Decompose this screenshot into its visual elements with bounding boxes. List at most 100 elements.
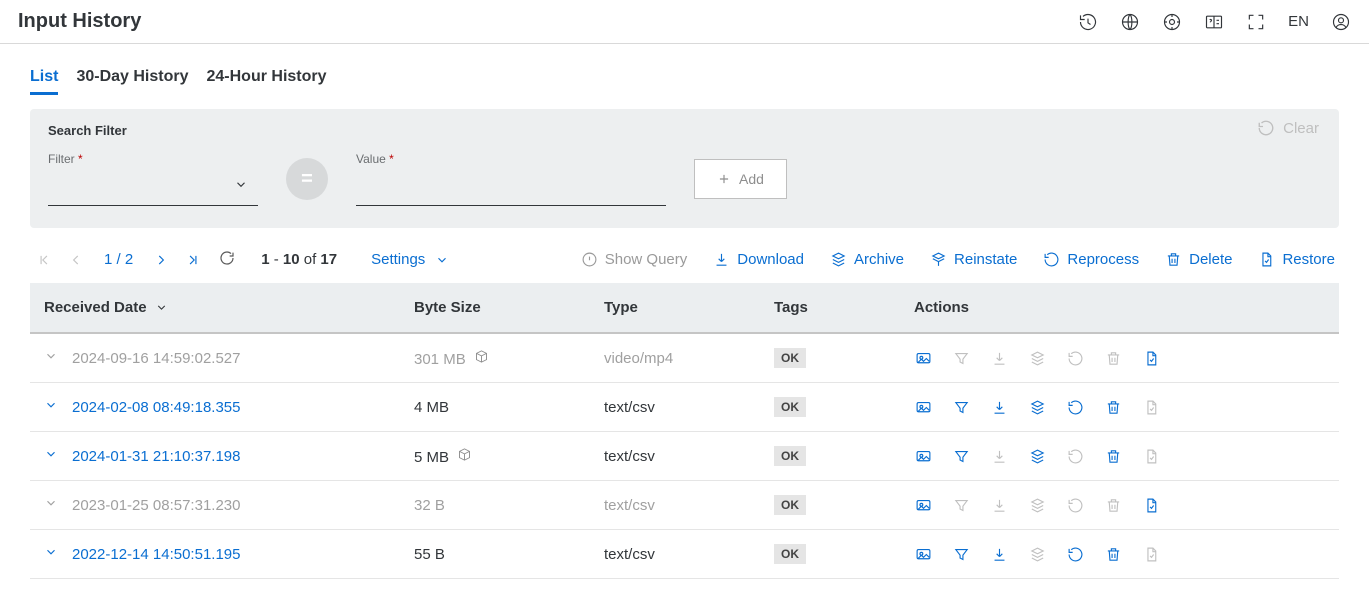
row-view-icon[interactable] [914,398,932,416]
input-history-table: Received Date Byte Size Type Tags Action… [30,283,1339,579]
table-row: 2024-01-31 21:10:37.1985 MBtext/csvOK [30,432,1339,481]
add-label: Add [739,171,764,187]
settings-button[interactable]: Settings [371,251,449,268]
received-date-link[interactable]: 2024-09-16 14:59:02.527 [72,350,240,367]
col-received-date[interactable]: Received Date [30,283,400,333]
row-delete-icon[interactable] [1104,447,1122,465]
value-input[interactable] [356,166,666,206]
archive-button[interactable]: Archive [830,251,904,268]
row-download-icon[interactable] [990,545,1008,563]
row-filter-icon[interactable] [952,545,970,563]
operator-button[interactable]: = [286,158,328,200]
package-icon [457,449,472,466]
type-cell: text/csv [590,432,760,481]
support-icon[interactable] [1162,12,1182,32]
expand-row-icon[interactable] [44,545,58,563]
clear-label: Clear [1283,120,1319,137]
history-icon[interactable] [1078,12,1098,32]
col-type[interactable]: Type [590,283,760,333]
row-restore-icon [1142,545,1160,563]
col-tags[interactable]: Tags [760,283,900,333]
row-restore-icon [1142,447,1160,465]
expand-row-icon[interactable] [44,447,58,465]
page-indicator: 1 / 2 [104,251,133,268]
byte-size-cell: 55 B [400,530,590,579]
table-row: 2024-09-16 14:59:02.527301 MBvideo/mp4OK [30,333,1339,383]
byte-size-cell: 32 B [400,481,590,530]
expand-row-icon[interactable] [44,496,58,514]
table-row: 2022-12-14 14:50:51.19555 Btext/csvOK [30,530,1339,579]
row-download-icon [990,496,1008,514]
filter-select[interactable] [48,166,258,206]
row-download-icon[interactable] [990,398,1008,416]
tab-list[interactable]: List [30,62,58,95]
row-archive-icon [1028,349,1046,367]
restore-button[interactable]: Restore [1258,251,1335,268]
pager-prev [66,253,86,267]
status-badge: OK [774,495,806,515]
reinstate-button[interactable]: Reinstate [930,251,1017,268]
received-date-link[interactable]: 2023-01-25 08:57:31.230 [72,497,240,514]
row-delete-icon[interactable] [1104,545,1122,563]
pager-next[interactable] [151,253,171,267]
row-reprocess-icon [1066,447,1084,465]
table-header-row: Received Date Byte Size Type Tags Action… [30,283,1339,333]
user-icon[interactable] [1331,12,1351,32]
download-button[interactable]: Download [713,251,804,268]
row-view-icon[interactable] [914,545,932,563]
tab-24hour[interactable]: 24-Hour History [207,62,327,95]
reprocess-button[interactable]: Reprocess [1043,251,1139,268]
filter-label: Filter [48,152,75,166]
row-view-icon[interactable] [914,447,932,465]
delete-button[interactable]: Delete [1165,251,1232,268]
tab-30day[interactable]: 30-Day History [76,62,188,95]
fullscreen-icon[interactable] [1246,12,1266,32]
row-filter-icon [952,349,970,367]
row-filter-icon[interactable] [952,447,970,465]
clear-filter-button[interactable]: Clear [1257,119,1319,137]
show-query-button[interactable]: Show Query [581,251,688,268]
help-icon[interactable] [1204,12,1224,32]
header-actions: EN [1078,12,1351,32]
table-row: 2024-02-08 08:49:18.3554 MBtext/csvOK [30,383,1339,432]
value-label: Value [356,152,386,166]
byte-size-cell: 301 MB [400,333,590,383]
col-byte-size[interactable]: Byte Size [400,283,590,333]
expand-row-icon[interactable] [44,398,58,416]
row-view-icon[interactable] [914,496,932,514]
expand-row-icon[interactable] [44,349,58,367]
language-selector[interactable]: EN [1288,13,1309,30]
refresh-button[interactable] [219,250,235,269]
type-cell: text/csv [590,383,760,432]
received-date-link[interactable]: 2024-01-31 21:10:37.198 [72,448,240,465]
row-download-icon [990,447,1008,465]
row-restore-icon[interactable] [1142,496,1160,514]
col-actions: Actions [900,283,1339,333]
app-header: Input History EN [0,0,1369,44]
byte-size-cell: 5 MB [400,432,590,481]
pager-first [34,253,54,267]
row-view-icon[interactable] [914,349,932,367]
pager-last[interactable] [183,253,203,267]
row-archive-icon [1028,496,1046,514]
byte-size-cell: 4 MB [400,383,590,432]
row-archive-icon[interactable] [1028,398,1046,416]
received-date-link[interactable]: 2022-12-14 14:50:51.195 [72,546,240,563]
received-date-link[interactable]: 2024-02-08 08:49:18.355 [72,399,240,416]
row-delete-icon[interactable] [1104,398,1122,416]
table-row: 2023-01-25 08:57:31.23032 Btext/csvOK [30,481,1339,530]
row-delete-icon [1104,496,1122,514]
row-restore-icon[interactable] [1142,349,1160,367]
row-archive-icon [1028,545,1046,563]
row-reprocess-icon[interactable] [1066,545,1084,563]
package-icon [474,351,489,368]
row-reprocess-icon[interactable] [1066,398,1084,416]
add-filter-button[interactable]: Add [694,159,787,199]
row-archive-icon[interactable] [1028,447,1046,465]
row-filter-icon[interactable] [952,398,970,416]
row-download-icon [990,349,1008,367]
row-delete-icon [1104,349,1122,367]
row-reprocess-icon [1066,496,1084,514]
table-toolbar: 1 / 2 1 - 10 of 17 Settings Show Query D… [30,242,1339,277]
globe-icon[interactable] [1120,12,1140,32]
